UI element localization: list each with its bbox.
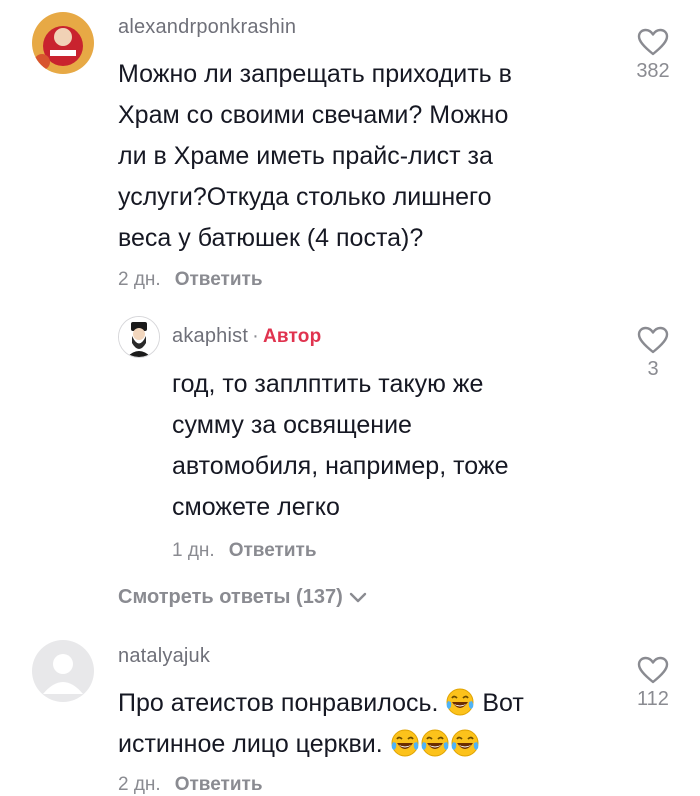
tears-of-joy-emoji xyxy=(391,729,419,757)
author-badge: Автор xyxy=(262,326,322,347)
reply-button[interactable]: Ответить xyxy=(175,269,263,290)
comment-text-segment: Про атеистов понравилось. xyxy=(118,689,439,717)
like-count: 112 xyxy=(637,688,669,710)
comment-text-line: истинное лицо церкви. xyxy=(118,724,524,765)
comment-time: 2 дн. xyxy=(118,774,161,795)
reply-button[interactable]: Ответить xyxy=(175,774,263,795)
view-replies-label: Смотреть ответы (137) xyxy=(118,586,343,608)
heart-outline-icon[interactable] xyxy=(637,28,669,56)
heart-outline-icon[interactable] xyxy=(637,326,669,354)
comment-text-line: Про атеистов понравилось. Вот xyxy=(118,683,524,724)
reply-text-line: сможете легко xyxy=(172,493,340,521)
tears-of-joy-emoji xyxy=(451,729,479,757)
comment-meta: 2 дн. Ответить xyxy=(118,269,263,291)
comment-text: Про атеистов понравилось. Вот истинное л… xyxy=(118,683,524,765)
view-replies-button[interactable]: Смотреть ответы (137) xyxy=(118,586,367,609)
comment-text-segment: истинное лицо церкви. xyxy=(118,730,383,758)
avatar-alexandrponkrashin[interactable] xyxy=(32,12,94,74)
like-button[interactable]: 382 xyxy=(623,28,683,83)
tears-of-joy-emoji xyxy=(421,729,449,757)
reply-meta: 1 дн. Ответить xyxy=(172,540,317,562)
avatar-natalyajuk[interactable] xyxy=(32,640,94,702)
avatar-image xyxy=(119,317,159,357)
reply-text-line: год, то заплптить такую же xyxy=(172,370,484,398)
comment-text-segment: Вот xyxy=(482,689,524,717)
reply-text-line: сумму за освящение xyxy=(172,411,412,439)
comment-username[interactable]: alexandrponkrashin xyxy=(118,16,296,39)
comment-text-line: ли в Храме иметь прайс-лист за xyxy=(118,142,493,170)
comment-text-line: Храм со своими свечами? Можно xyxy=(118,101,509,129)
comment-text-line: веса у батюшек (4 поста)? xyxy=(118,224,424,252)
avatar-akaphist[interactable] xyxy=(118,316,160,358)
tears-of-joy-emoji xyxy=(446,688,474,716)
reply-text-line: автомобиля, например, тоже xyxy=(172,452,509,480)
comment-text: Можно ли запрещать приходить в Храм со с… xyxy=(118,54,512,259)
reply-text: год, то заплптить такую же сумму за освя… xyxy=(172,364,509,528)
like-button[interactable]: 112 xyxy=(623,656,683,711)
like-count: 382 xyxy=(636,60,670,82)
comment-text-line: Можно ли запрещать приходить в xyxy=(118,60,512,88)
avatar-image xyxy=(32,12,94,74)
heart-outline-icon[interactable] xyxy=(637,656,669,684)
comment-username[interactable]: natalyajuk xyxy=(118,645,210,668)
reply-username[interactable]: akaphist xyxy=(172,325,248,347)
reply-time: 1 дн. xyxy=(172,540,215,561)
like-count: 3 xyxy=(647,358,659,380)
like-button[interactable]: 3 xyxy=(623,326,683,381)
default-avatar-icon xyxy=(32,640,94,702)
separator-dot: · xyxy=(252,325,259,347)
comment-time: 2 дн. xyxy=(118,269,161,290)
reply-header: akaphist · Автор xyxy=(172,325,321,348)
comment-text-line: услуги?Откуда столько лишнего xyxy=(118,183,492,211)
chevron-down-icon xyxy=(349,592,366,602)
reply-button[interactable]: Ответить xyxy=(229,540,317,561)
